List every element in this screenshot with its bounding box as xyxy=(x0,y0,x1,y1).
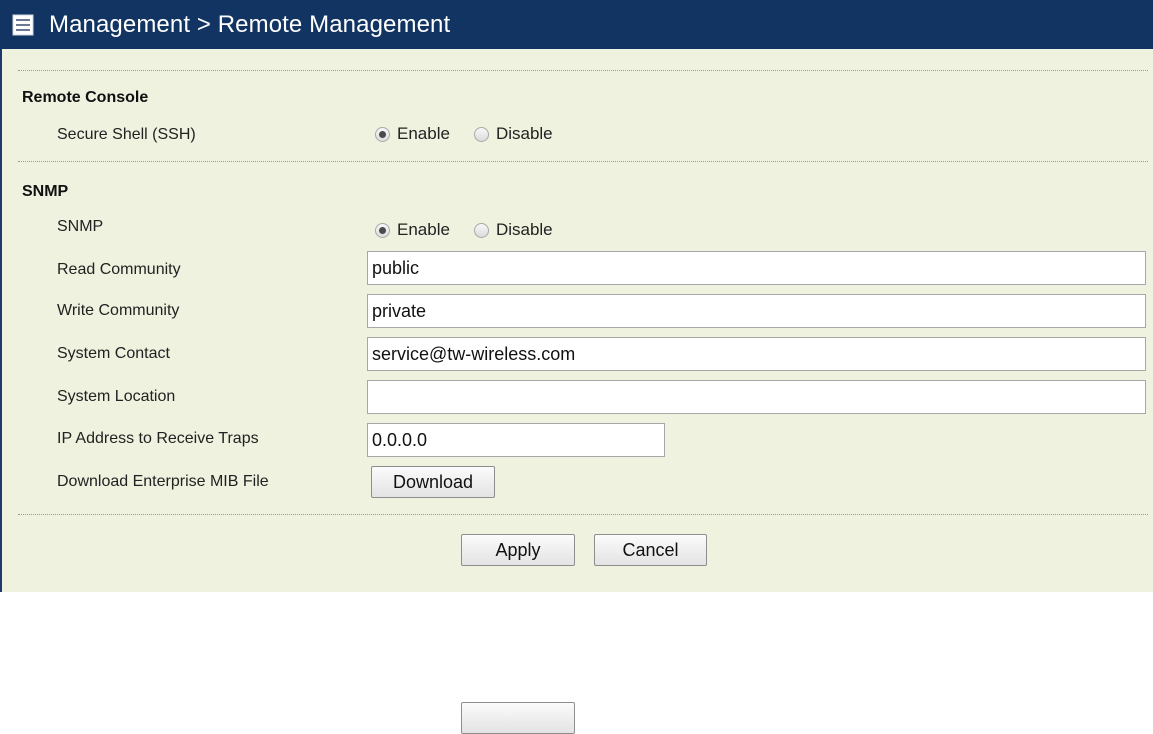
ssh-radio-group: Enable Disable xyxy=(375,124,577,144)
snmp-label: SNMP xyxy=(57,218,104,235)
ssh-enable-radio[interactable]: Enable xyxy=(375,124,450,144)
snmp-enable-label: Enable xyxy=(397,220,450,239)
write-community-label: Write Community xyxy=(57,302,180,319)
apply-button[interactable]: Apply xyxy=(461,534,575,566)
menu-list-icon xyxy=(11,13,35,37)
ssh-enable-label: Enable xyxy=(397,124,450,143)
radio-unchecked-icon xyxy=(473,222,489,238)
mib-download-label: Download Enterprise MIB File xyxy=(57,473,269,490)
system-location-input[interactable] xyxy=(367,380,1146,414)
snmp-radio-group: Enable Disable xyxy=(375,220,577,240)
read-community-label: Read Community xyxy=(57,261,181,278)
page-title: Management > Remote Management xyxy=(49,10,451,38)
read-community-input[interactable] xyxy=(367,251,1146,285)
apply-button-offscreen-guard xyxy=(461,702,575,734)
radio-unchecked-icon xyxy=(473,126,489,142)
snmp-disable-radio[interactable]: Disable xyxy=(473,220,553,240)
section-divider xyxy=(18,70,1148,71)
system-contact-label: System Contact xyxy=(57,345,170,362)
section-divider xyxy=(18,161,1148,162)
remote-console-heading: Remote Console xyxy=(22,89,149,106)
snmp-enable-radio[interactable]: Enable xyxy=(375,220,450,240)
radio-checked-icon xyxy=(375,222,390,238)
radio-checked-icon xyxy=(375,126,390,142)
system-location-label: System Location xyxy=(57,388,176,405)
snmp-heading: SNMP xyxy=(22,183,69,200)
cancel-button[interactable]: Cancel xyxy=(594,534,707,566)
ssh-label: Secure Shell (SSH) xyxy=(57,126,196,143)
ssh-disable-label: Disable xyxy=(495,124,553,143)
title-bar: Management > Remote Management xyxy=(0,0,1153,49)
download-mib-button[interactable]: Download xyxy=(371,466,495,498)
trap-ip-input[interactable] xyxy=(367,423,665,457)
system-contact-input[interactable] xyxy=(367,337,1146,371)
trap-ip-label: IP Address to Receive Traps xyxy=(57,430,259,447)
snmp-disable-label: Disable xyxy=(495,220,553,239)
section-divider xyxy=(18,514,1148,515)
write-community-input[interactable] xyxy=(367,294,1146,328)
ssh-disable-radio[interactable]: Disable xyxy=(473,124,553,144)
